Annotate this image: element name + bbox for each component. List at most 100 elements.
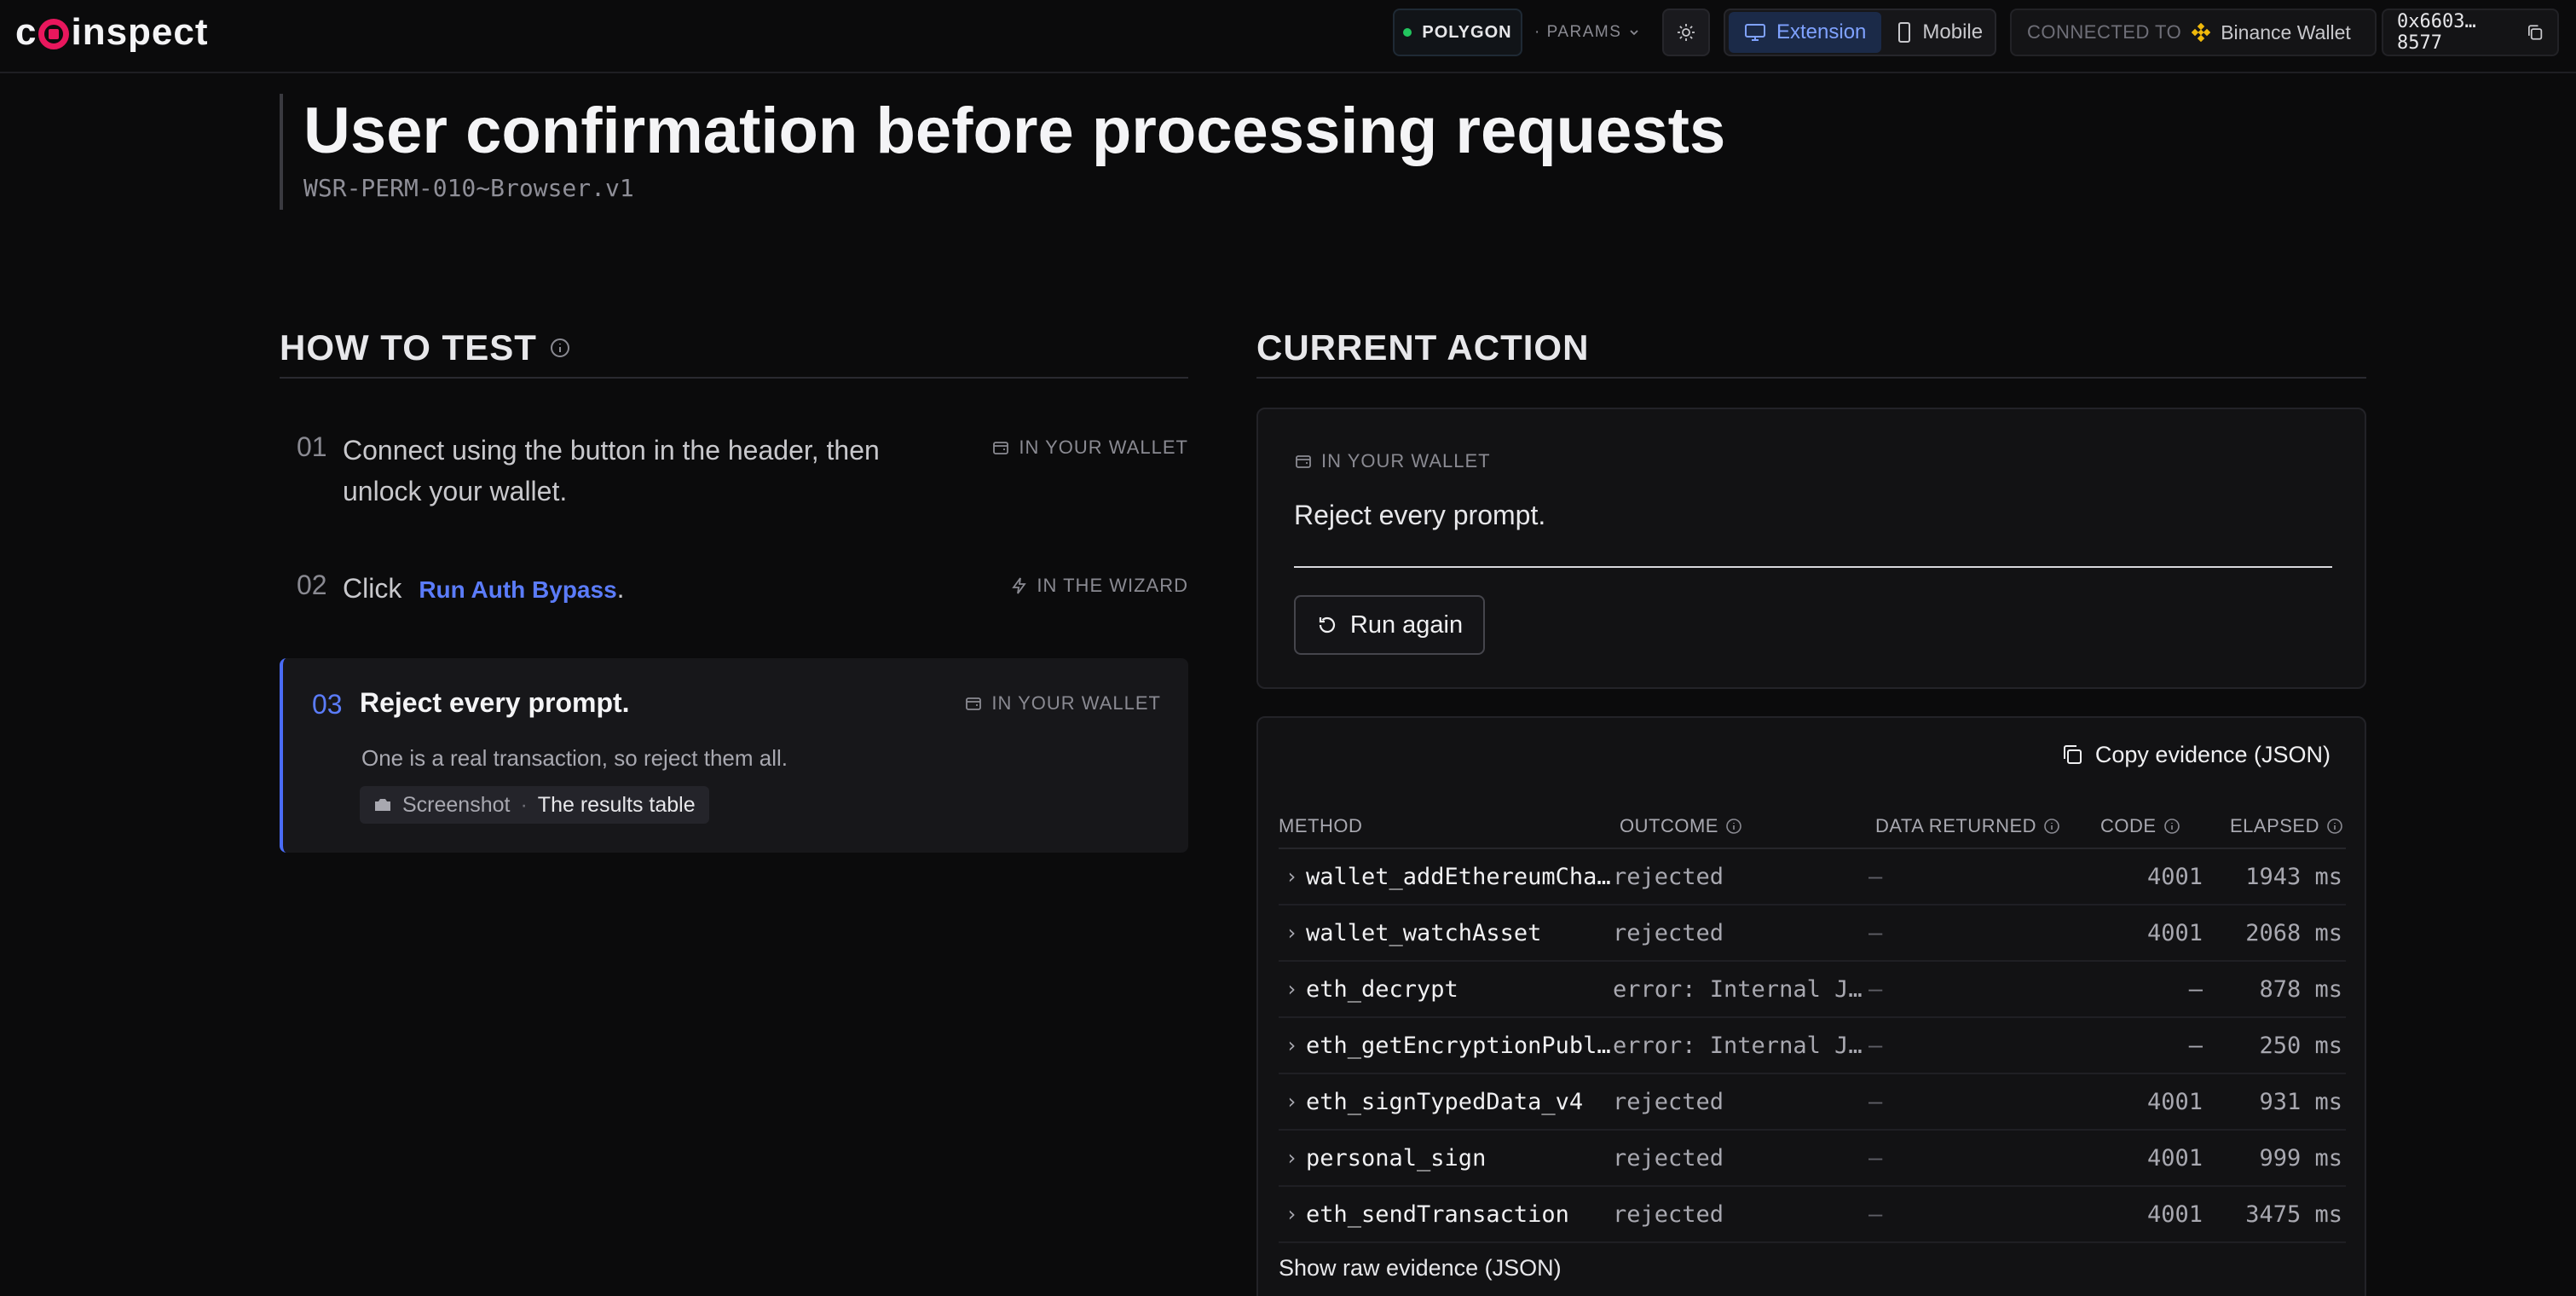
cell-data-returned: — [1868,1033,1883,1059]
table-row[interactable]: › eth_sendTransaction rejected — 4001 34… [1279,1187,2346,1243]
network-label: POLYGON [1422,22,1512,42]
section-heading: HOW TO TEST [280,327,537,367]
cell-data-returned: — [1868,1145,1883,1172]
table-row[interactable]: › eth_decrypt error: Internal J… — — 878… [1279,962,2346,1018]
evidence-type: Screenshot [402,792,511,817]
wallet-address: 0x6603…8577 [2397,11,2476,54]
cell-elapsed: 999 ms [2259,1145,2342,1172]
cell-elapsed: 2068 ms [2245,920,2342,946]
chevron-right-icon[interactable]: › [1285,1090,1297,1114]
cell-outcome: rejected [1613,864,1724,890]
coinspect-logo[interactable]: c inspect [15,11,209,53]
cell-code: 4001 [2146,1145,2203,1172]
monitor-icon [1745,24,1765,41]
divider [1294,566,2332,568]
step-location: IN THE WIZARD [1011,575,1188,597]
column-header-method[interactable]: METHOD [1279,815,1362,837]
column-label: CODE [2100,815,2157,836]
cell-elapsed: 3475 ms [2245,1201,2342,1228]
cell-data-returned: — [1868,1201,1883,1228]
cell-elapsed: 1943 ms [2245,864,2342,890]
column-label: OUTCOME [1620,815,1718,836]
connected-to-label: CONNECTED TO [2027,21,2182,43]
theme-toggle-button[interactable] [1662,9,1710,56]
column-label: DATA RETURNED [1875,815,2037,836]
wallet-icon [966,697,982,710]
run-again-button[interactable]: Run again [1294,595,1485,655]
params-label: · PARAMS [1534,23,1622,41]
cell-outcome: rejected [1613,1145,1724,1172]
view-option-mobile[interactable]: Mobile [1881,12,1998,53]
step-text: Reject every prompt. [360,687,630,718]
table-row[interactable]: › eth_signTypedData_v4 rejected — 4001 9… [1279,1074,2346,1131]
cell-method: eth_signTypedData_v4 [1306,1089,1584,1115]
info-icon[interactable] [549,337,571,359]
cell-code: — [2188,1033,2203,1059]
action-instruction: Reject every prompt. [1294,500,1546,530]
cell-method: eth_decrypt [1306,976,1458,1003]
current-action-heading: CURRENT ACTION [1256,319,2366,379]
column-header-data-returned[interactable]: DATA RETURNED [1875,815,2060,837]
view-option-extension[interactable]: Extension [1729,12,1882,53]
rotate-ccw-icon [1319,616,1335,634]
test-id: WSR-PERM-010~Browser.v1 [303,174,634,202]
table-row[interactable]: › eth_getEncryptionPubl… error: Internal… [1279,1018,2346,1074]
connection-status[interactable]: CONNECTED TO Binance Wallet [2010,9,2377,56]
chevron-right-icon[interactable]: › [1285,1146,1297,1170]
chevron-right-icon[interactable]: › [1285,1033,1297,1057]
binance-logo-icon [2192,23,2211,42]
cell-outcome: rejected [1613,1201,1724,1228]
cell-method: eth_getEncryptionPubl… [1306,1033,1611,1059]
step-2: 02 Click Run Auth Bypass. IN THE WIZARD [280,566,1188,614]
evidence-separator: · [520,792,528,817]
step-text-line: Connect using the button in the header, … [343,435,880,466]
step-number: 03 [312,689,343,720]
sun-icon [1678,24,1695,41]
chevron-right-icon[interactable]: › [1285,977,1297,1001]
app-header: c inspect POLYGON · PARAMS Extension Mobi… [0,0,2576,73]
wallet-name: Binance Wallet [2221,20,2351,43]
info-icon[interactable] [2326,818,2343,835]
column-header-code[interactable]: CODE [2100,815,2180,837]
info-icon[interactable] [2163,818,2180,835]
cell-method: wallet_watchAsset [1306,920,1542,946]
cell-code: 4001 [2146,1089,2203,1115]
cell-code: 4001 [2146,920,2203,946]
column-header-elapsed[interactable]: ELAPSED [2230,815,2343,837]
table-header: METHOD OUTCOME DATA RETURNED CODE ELAPSE… [1279,803,2346,849]
copy-evidence-button[interactable]: Copy evidence (JSON) [2059,733,2331,776]
current-action-card: IN YOUR WALLET Reject every prompt. Run … [1256,408,2366,689]
zap-icon [1012,577,1027,594]
info-icon[interactable] [1725,818,1742,835]
run-auth-bypass-link[interactable]: Run Auth Bypass [419,576,616,603]
view-option-label: Extension [1776,20,1867,43]
step-location: IN YOUR WALLET [991,437,1188,459]
network-selector[interactable]: POLYGON [1393,9,1522,56]
cell-elapsed: 250 ms [2259,1033,2342,1059]
table-row[interactable]: › personal_sign rejected — 4001 999 ms [1279,1131,2346,1187]
results-table-card: Copy evidence (JSON) METHOD OUTCOME DATA… [1256,716,2366,1296]
step-text: Connect using the button in the header, … [343,430,939,512]
step-location-label: IN YOUR WALLET [991,692,1161,714]
evidence-target: The results table [537,792,696,817]
chevron-right-icon[interactable]: › [1285,1202,1297,1226]
chevron-right-icon[interactable]: › [1285,921,1297,945]
step-number: 01 [297,431,327,462]
step-location: IN YOUR WALLET [964,692,1161,715]
wallet-address-button[interactable]: 0x6603…8577 [2382,9,2559,56]
view-mode-toggle: Extension Mobile [1724,9,1996,56]
step-3-active: 03 Reject every prompt. IN YOUR WALLET O… [280,658,1188,853]
step-description: One is a real transaction, so reject the… [361,745,788,771]
info-icon[interactable] [2043,818,2060,835]
show-raw-evidence-link[interactable]: Show raw evidence (JSON) [1279,1255,1562,1282]
wallet-icon [1296,455,1311,468]
params-dropdown[interactable]: · PARAMS [1534,9,1645,56]
page-header: User confirmation before processing requ… [280,94,1725,210]
column-header-outcome[interactable]: OUTCOME [1620,815,1742,837]
table-row[interactable]: › wallet_addEthereumCha… rejected — 4001… [1279,849,2346,905]
section-heading: CURRENT ACTION [1256,327,1590,367]
cell-method: wallet_addEthereumCha… [1306,864,1611,890]
copy-icon [2063,745,2082,764]
table-row[interactable]: › wallet_watchAsset rejected — 4001 2068… [1279,905,2346,962]
chevron-right-icon[interactable]: › [1285,865,1297,888]
